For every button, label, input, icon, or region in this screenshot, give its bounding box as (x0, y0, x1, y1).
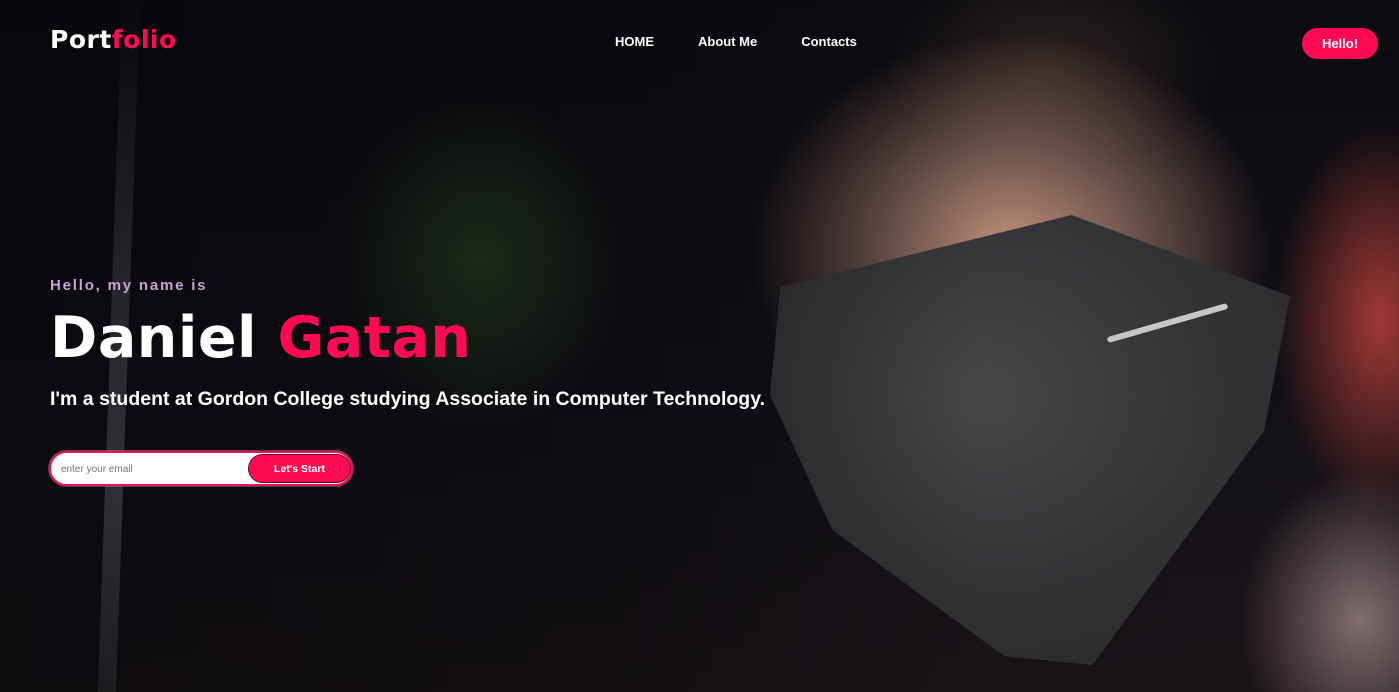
logo-text-accent: folio (111, 25, 177, 54)
hero-name: Daniel Gatan (50, 305, 472, 371)
nav-link-about-me[interactable]: About Me (698, 34, 757, 49)
hero-first-name: Daniel (50, 305, 258, 371)
lets-start-button[interactable]: Let's Start (249, 455, 350, 482)
hero-greeting: Hello, my name is (50, 277, 208, 294)
hello-button[interactable]: Hello! (1302, 28, 1378, 59)
email-signup-form: Let's Start (49, 451, 353, 486)
hero-description: I'm a student at Gordon College studying… (50, 388, 766, 410)
logo-text-primary: Port (50, 25, 112, 54)
nav-link-contacts[interactable]: Contacts (801, 34, 857, 49)
nav-links: HOME About Me Contacts (615, 34, 857, 49)
nav-link-home[interactable]: HOME (615, 34, 654, 49)
logo[interactable]: Portfolio (50, 25, 177, 54)
email-input[interactable] (61, 459, 241, 479)
navbar: Portfolio HOME About Me Contacts Hello! (0, 0, 1399, 86)
hero-last-name: Gatan (277, 305, 472, 371)
